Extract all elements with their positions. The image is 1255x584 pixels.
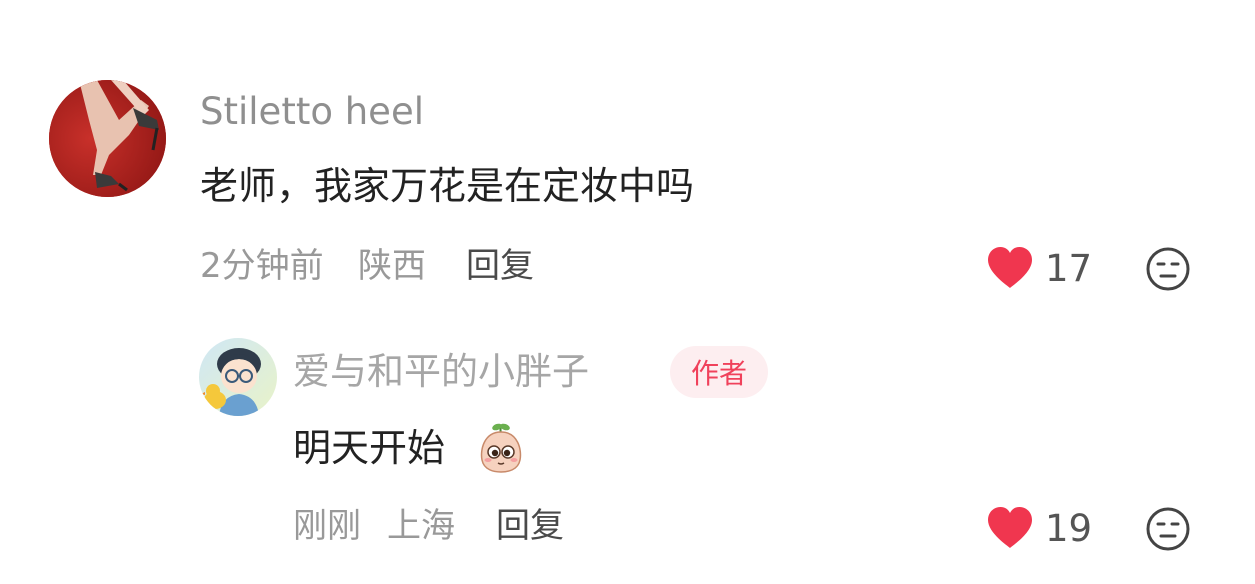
frown-face-icon [1146,247,1190,291]
reply-time: 刚刚 [293,506,361,546]
replier-avatar[interactable] [199,338,277,416]
comment-reply-button[interactable]: 回复 [466,249,534,283]
reply-like-count: 19 [1045,507,1093,550]
reply-dislike-button[interactable] [1145,506,1191,552]
author-badge: 作者 [670,346,768,398]
commenter-avatar[interactable] [49,80,166,197]
reply-text: 明天开始 [293,426,446,470]
avatar-photo-heels [49,80,166,197]
comment-text: 老师，我家万花是在定妆中吗 [200,164,695,208]
commenter-username[interactable]: Stiletto heel [200,93,424,130]
frown-face-icon [1146,507,1190,551]
comment-dislike-button[interactable] [1145,246,1191,292]
comment-like-button[interactable] [986,246,1034,290]
heart-icon [988,507,1032,548]
reply-like-button[interactable] [986,506,1034,550]
avatar-cartoon-boy [199,338,277,416]
comment-location: 陕西 [358,246,426,286]
reply-location: 上海 [387,506,455,546]
heart-icon [988,247,1032,288]
reply-reply-button[interactable]: 回复 [496,509,564,543]
comment-like-count: 17 [1045,247,1093,290]
replier-username[interactable]: 爱与和平的小胖子 [293,353,589,390]
peach-emoji-icon [474,420,528,474]
comment-time: 2分钟前 [200,246,324,286]
